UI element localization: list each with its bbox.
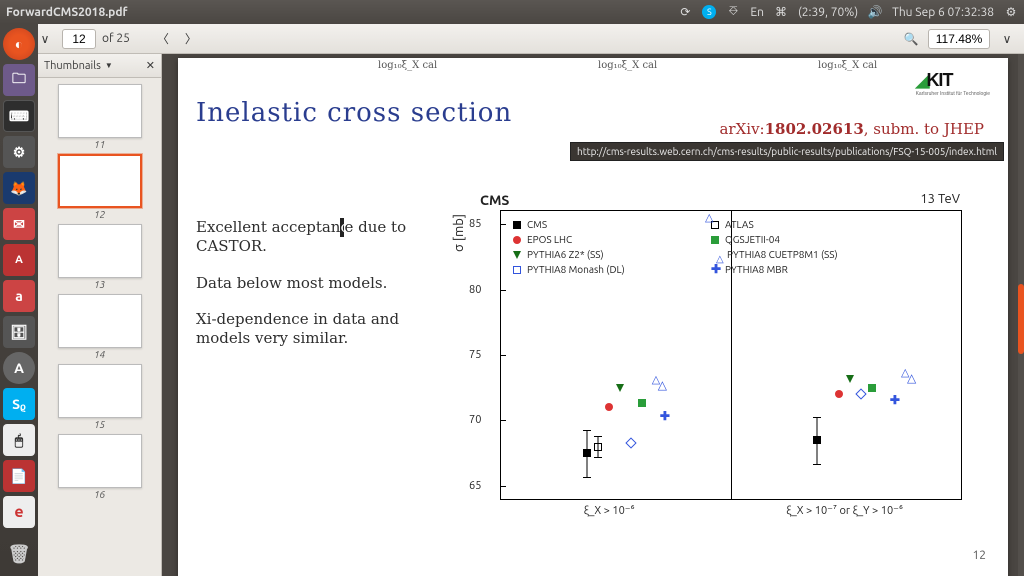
scrollbar-thumb[interactable] (1018, 284, 1024, 354)
ytick: 80 (469, 284, 481, 296)
data-point (855, 389, 866, 400)
ytick: 65 (469, 480, 481, 492)
window-title: ForwardCMS2018.pdf (6, 6, 128, 19)
system-tray: ⟳ S ⎑ En ⌘ (2:39, 70%) 🔊 Thu Sep 6 07:32… (678, 5, 1018, 19)
thunderbird-app-icon[interactable]: ✉ (3, 208, 35, 240)
legend-entry: PYTHIA8 Monash (DL) (513, 262, 625, 277)
mouse-app-icon[interactable]: 🖱 (3, 424, 35, 456)
trash-icon[interactable]: 🗑 (3, 538, 35, 570)
zoom-dropdown-icon[interactable]: ∨ (996, 28, 1018, 50)
battery-indicator[interactable]: (2:39, 70%) (798, 6, 858, 19)
legend-entry: ✚PYTHIA8 MBR (711, 262, 838, 277)
page-canvas[interactable]: log₁₀ξ_X cal log₁₀ξ_X cal log₁₀ξ_X cal ◢… (162, 54, 1024, 576)
slide-body-text: Excellent acceptance due to CASTOR. Data… (196, 188, 426, 522)
zoom-input[interactable] (928, 29, 990, 49)
data-point: △ (653, 379, 672, 400)
thumbnails-panel: Thumbnails ▼ ✕ 111213141516 (38, 54, 162, 576)
data-point (868, 384, 876, 392)
chart-cms-label: CMS (480, 192, 509, 208)
link-tooltip: http://cms-results.web.cern.ch/cms-resul… (570, 142, 1004, 161)
thumbnails-title: Thumbnails (44, 60, 101, 72)
page-number-input[interactable] (62, 29, 96, 49)
wifi-icon[interactable]: ⎑ (726, 5, 740, 19)
xlabel-0: ξ_X > 10⁻⁶ (584, 504, 635, 517)
data-point (625, 437, 636, 448)
ytick: 85 (469, 218, 481, 230)
updater-app-icon[interactable]: A (3, 352, 35, 384)
language-indicator[interactable]: En (750, 6, 764, 19)
search-icon[interactable]: 🔍 (900, 28, 922, 50)
thumbnails-list[interactable]: 111213141516 (38, 78, 161, 576)
chevron-down-icon[interactable]: ▼ (105, 61, 113, 70)
clock[interactable]: Thu Sep 6 07:32:38 (892, 6, 994, 19)
data-point (638, 399, 646, 407)
legend-entry: CMS (513, 217, 625, 232)
files-app-icon[interactable]: 🗀 (3, 64, 35, 96)
legend-entry: EPOS LHC (513, 232, 625, 247)
legend-entry: PYTHIA6 Z2* (SS) (513, 247, 625, 262)
data-point (605, 403, 613, 411)
arxiv-reference[interactable]: arXiv:1802.02613, subm. to JHEP (719, 120, 984, 138)
skype-app-icon[interactable]: Sᵨ (3, 388, 35, 420)
axis-header-2: log₁₀ξ_X cal (598, 60, 657, 71)
thumbnail-page-11[interactable]: 11 (58, 84, 142, 150)
body-p2: Data below most models. (196, 274, 426, 293)
legend-entry: QGSJETII-04 (711, 232, 838, 247)
main-area: Thumbnails ▼ ✕ 111213141516 log₁₀ξ_X cal… (38, 54, 1024, 576)
data-point (616, 384, 624, 392)
chart-energy-label: 13 TeV (920, 192, 960, 206)
thumbnail-page-12[interactable]: 12 (58, 154, 142, 220)
chart-ylabel: σ [mb] (452, 214, 466, 252)
skype-tray-icon[interactable]: S (702, 5, 716, 19)
data-point: ✚ (890, 397, 898, 405)
data-point (835, 390, 843, 398)
archive-app-icon[interactable]: 🗄 (3, 316, 35, 348)
pdf-page: log₁₀ξ_X cal log₁₀ξ_X cal log₁₀ξ_X cal ◢… (178, 58, 1008, 576)
slide-page-number: 12 (972, 549, 986, 562)
thumbnail-page-14[interactable]: 14 (58, 294, 142, 360)
settings-app-icon[interactable]: ⚙ (3, 136, 35, 168)
data-point (846, 375, 854, 383)
page-total-label: of 25 (102, 32, 130, 45)
next-page-button[interactable]: 〉 (180, 28, 202, 50)
thumbnail-page-13[interactable]: 13 (58, 224, 142, 290)
data-point: △ (902, 372, 921, 393)
thumbnails-header: Thumbnails ▼ ✕ (38, 54, 161, 78)
bluetooth-icon[interactable]: ⌘ (774, 5, 788, 19)
cross-section-chart: CMS 13 TeV σ [mb] 6570758085ξ_X > 10⁻⁶ξ_… (436, 188, 990, 522)
legend-entry: △PYTHIA8 CUETP8M1 (SS) (711, 247, 838, 262)
updates-icon[interactable]: ⟳ (678, 5, 692, 19)
settings-gear-icon[interactable]: ⚙ (1004, 5, 1018, 19)
scrollbar[interactable] (1018, 54, 1024, 576)
axis-header-1: log₁₀ξ_X cal (378, 60, 437, 71)
amazon-app-icon[interactable]: a (3, 280, 35, 312)
kit-logo-sub: Karlsruher Institut für Technologie (916, 91, 990, 97)
xlabel-1: ξ_X > 10⁻⁷ or ξ_Y > 10⁻⁶ (786, 504, 903, 517)
window-titlebar: ForwardCMS2018.pdf ⟳ S ⎑ En ⌘ (2:39, 70%… (0, 0, 1024, 24)
volume-icon[interactable]: 🔊 (868, 5, 882, 19)
body-p1: Excellent acceptance due to CASTOR. (196, 218, 426, 256)
thumbnail-page-15[interactable]: 15 (58, 364, 142, 430)
axis-header-3: log₁₀ξ_X cal (818, 60, 877, 71)
evince-app-icon[interactable]: 📄 (3, 460, 35, 492)
software-app-icon[interactable]: A (3, 244, 35, 276)
pdf-toolbar: ∧ ∨ of 25 〈 〉 🔍 ∨ (0, 24, 1024, 54)
ytick: 75 (469, 349, 481, 361)
terminal-app-icon[interactable]: ⌨ (3, 100, 35, 132)
firefox-app-icon[interactable]: 🦊 (3, 172, 35, 204)
ytick: 70 (469, 414, 481, 426)
data-point: ✚ (660, 413, 668, 421)
thumbnail-page-16[interactable]: 16 (58, 434, 142, 500)
close-thumbnails-button[interactable]: ✕ (146, 59, 155, 72)
reader-app-icon[interactable]: e (3, 496, 35, 528)
prev-page-button[interactable]: 〈 (152, 28, 174, 50)
body-p3: Xi-dependence in data and models very si… (196, 310, 426, 348)
legend-entry: ATLAS (711, 217, 838, 232)
dash-icon[interactable]: ◐ (3, 28, 35, 60)
chart-plot-area: 6570758085ξ_X > 10⁻⁶ξ_X > 10⁻⁷ or ξ_Y > … (500, 210, 962, 500)
unity-launcher: ◐ 🗀 ⌨ ⚙ 🦊 ✉ A a 🗄 A Sᵨ 🖱 📄 e 🗑 (0, 24, 38, 576)
kit-logo: ◢KIT Karlsruher Institut für Technologie (916, 70, 990, 97)
